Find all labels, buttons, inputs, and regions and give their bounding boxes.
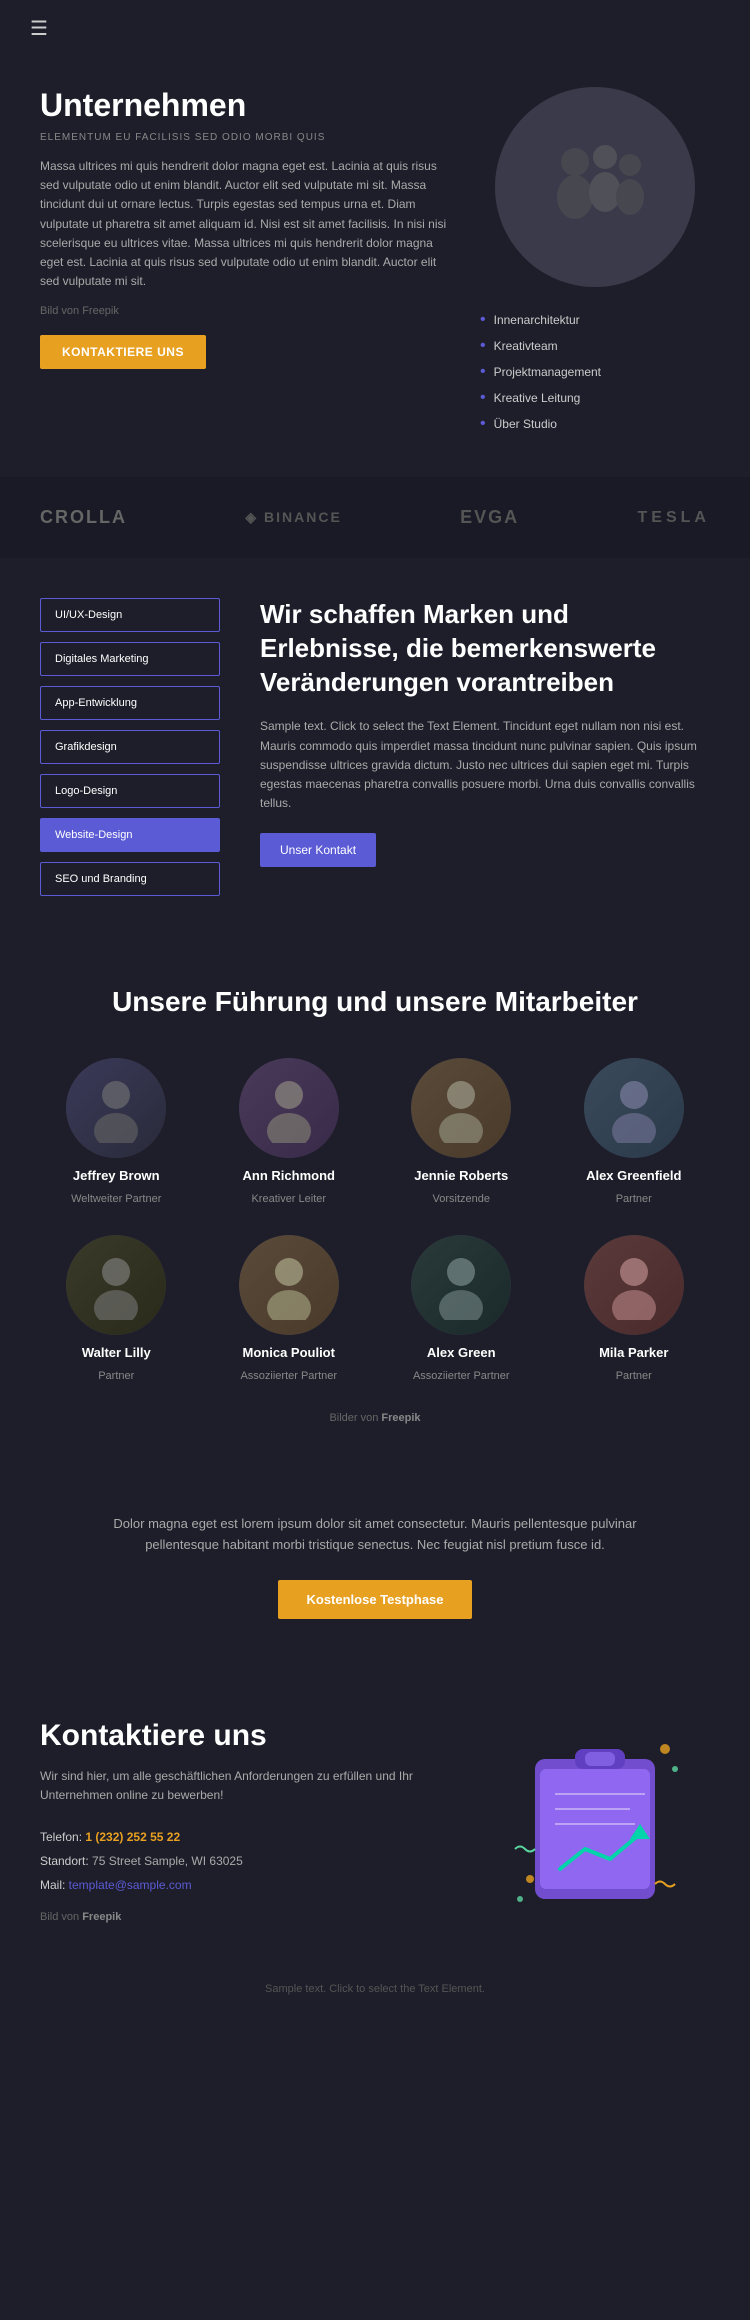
service-btn-app[interactable]: App-Entwicklung xyxy=(40,686,220,720)
services-heading: Wir schaffen Marken und Erlebnisse, die … xyxy=(260,598,710,699)
team-title: Unsere Führung und unsere Mitarbeiter xyxy=(40,986,710,1018)
cta-button[interactable]: Kostenlose Testphase xyxy=(278,1580,471,1619)
footer-sample-text: Sample text. Click to select the Text El… xyxy=(265,1983,485,1995)
avatar-jeffrey xyxy=(66,1058,166,1158)
team-member-mila: Mila Parker Partner xyxy=(558,1235,711,1382)
section-services: UI/UX-Design Digitales Marketing App-Ent… xyxy=(0,558,750,936)
section-unternehmen: Unternehmen ELEMENTUM EU FACILISIS SED O… xyxy=(0,57,750,477)
section-team: Unsere Führung und unsere Mitarbeiter Je… xyxy=(0,936,750,1454)
team-grid-row1: Jeffrey Brown Weltweiter Partner Ann Ric… xyxy=(40,1058,710,1205)
logo-evga: EVGA xyxy=(460,507,519,528)
unternehmen-image xyxy=(495,87,695,287)
section-kontakt: Kontaktiere uns Wir sind hier, um alle g… xyxy=(0,1679,750,1963)
role-monica: Assoziierter Partner xyxy=(240,1370,337,1382)
logos-bar: CROLLA ◈ BINANCE EVGA TESLA xyxy=(0,477,750,558)
nav-item-5[interactable]: Über Studio xyxy=(480,411,710,437)
role-alex-g: Partner xyxy=(616,1193,652,1205)
kontakt-info: Telefon: 1 (232) 252 55 22 Standort: 75 … xyxy=(40,1825,460,1897)
service-btn-ui-ux[interactable]: UI/UX-Design xyxy=(40,598,220,632)
team-member-walter: Walter Lilly Partner xyxy=(40,1235,193,1382)
role-mila: Partner xyxy=(616,1370,652,1382)
logo-crolla: CROLLA xyxy=(40,507,127,528)
footer: Sample text. Click to select the Text El… xyxy=(0,1963,750,2015)
clipboard-illustration xyxy=(510,1719,690,1899)
unternehmen-right: Innenarchitektur Kreativteam Projektmana… xyxy=(480,87,710,437)
kontakt-phone-line: Telefon: 1 (232) 252 55 22 xyxy=(40,1825,460,1849)
avatar-jennie xyxy=(411,1058,511,1158)
name-ann: Ann Richmond xyxy=(243,1168,335,1183)
nav-item-1[interactable]: Innenarchitektur xyxy=(480,307,710,333)
nav-item-3[interactable]: Projektmanagement xyxy=(480,359,710,385)
services-buttons: UI/UX-Design Digitales Marketing App-Ent… xyxy=(40,598,220,896)
menu-icon[interactable]: ☰ xyxy=(30,16,48,41)
role-walter: Partner xyxy=(98,1370,134,1382)
unternehmen-left: Unternehmen ELEMENTUM EU FACILISIS SED O… xyxy=(40,87,450,437)
team-grid-row2: Walter Lilly Partner Monica Pouliot Asso… xyxy=(40,1235,710,1382)
phone-value: 1 (232) 252 55 22 xyxy=(85,1830,180,1844)
top-bar: ☰ xyxy=(0,0,750,57)
team-image-credit: Bilder von Freepik xyxy=(40,1412,710,1424)
team-member-monica: Monica Pouliot Assoziierter Partner xyxy=(213,1235,366,1382)
unternehmen-body: Massa ultrices mi quis hendrerit dolor m… xyxy=(40,157,450,291)
team-member-alex-g: Alex Greenfield Partner xyxy=(558,1058,711,1205)
nav-list: Innenarchitektur Kreativteam Projektmana… xyxy=(480,307,710,437)
name-alex-g: Alex Greenfield xyxy=(586,1168,681,1183)
name-mila: Mila Parker xyxy=(599,1345,668,1360)
service-btn-website[interactable]: Website-Design xyxy=(40,818,220,852)
kontakt-location-line: Standort: 75 Street Sample, WI 63025 xyxy=(40,1849,460,1873)
phone-label: Telefon: xyxy=(40,1830,85,1844)
service-btn-seo[interactable]: SEO und Branding xyxy=(40,862,220,896)
cta-text: Dolor magna eget est lorem ipsum dolor s… xyxy=(80,1514,670,1556)
team-member-alex-green: Alex Green Assoziierter Partner xyxy=(385,1235,538,1382)
team-member-jeffrey: Jeffrey Brown Weltweiter Partner xyxy=(40,1058,193,1205)
avatar-ann xyxy=(239,1058,339,1158)
kontakt-freepik: Bild von Freepik xyxy=(40,1911,460,1923)
services-body: Sample text. Click to select the Text El… xyxy=(260,717,710,813)
role-ann: Kreativer Leiter xyxy=(251,1193,326,1205)
logo-tesla: TESLA xyxy=(638,509,710,527)
name-jeffrey: Jeffrey Brown xyxy=(73,1168,160,1183)
mail-label: Mail: xyxy=(40,1878,69,1892)
unternehmen-subtitle: ELEMENTUM EU FACILISIS SED ODIO MORBI QU… xyxy=(40,132,450,143)
unser-kontakt-button[interactable]: Unser Kontakt xyxy=(260,833,376,867)
service-btn-grafik[interactable]: Grafikdesign xyxy=(40,730,220,764)
name-monica: Monica Pouliot xyxy=(243,1345,335,1360)
kontakt-mail-line: Mail: template@sample.com xyxy=(40,1873,460,1897)
nav-item-4[interactable]: Kreative Leitung xyxy=(480,385,710,411)
logo-binance: ◈ BINANCE xyxy=(245,509,341,526)
name-jennie: Jennie Roberts xyxy=(414,1168,508,1183)
role-alex-green: Assoziierter Partner xyxy=(413,1370,510,1382)
avatar-mila xyxy=(584,1235,684,1335)
avatar-monica xyxy=(239,1235,339,1335)
kontaktiere-uns-button[interactable]: KONTAKTIERE UNS xyxy=(40,335,206,369)
avatar-walter xyxy=(66,1235,166,1335)
name-walter: Walter Lilly xyxy=(82,1345,151,1360)
role-jennie: Vorsitzende xyxy=(433,1193,490,1205)
location-value: 75 Street Sample, WI 63025 xyxy=(92,1854,243,1868)
services-content: Wir schaffen Marken und Erlebnisse, die … xyxy=(260,598,710,896)
service-btn-marketing[interactable]: Digitales Marketing xyxy=(40,642,220,676)
team-member-ann: Ann Richmond Kreativer Leiter xyxy=(213,1058,366,1205)
avatar-alex-g xyxy=(584,1058,684,1158)
unternehmen-title: Unternehmen xyxy=(40,87,450,124)
service-btn-logo[interactable]: Logo-Design xyxy=(40,774,220,808)
mail-value: template@sample.com xyxy=(69,1878,192,1892)
kontakt-right xyxy=(490,1719,710,1899)
avatar-alex-green xyxy=(411,1235,511,1335)
nav-item-2[interactable]: Kreativteam xyxy=(480,333,710,359)
role-jeffrey: Weltweiter Partner xyxy=(71,1193,161,1205)
location-label: Standort: xyxy=(40,1854,92,1868)
kontakt-left: Kontaktiere uns Wir sind hier, um alle g… xyxy=(40,1719,460,1923)
name-alex-green: Alex Green xyxy=(427,1345,496,1360)
section-cta: Dolor magna eget est lorem ipsum dolor s… xyxy=(0,1454,750,1679)
team-member-jennie: Jennie Roberts Vorsitzende xyxy=(385,1058,538,1205)
unternehmen-image-credit: Bild von Freepik xyxy=(40,305,450,317)
kontakt-title: Kontaktiere uns xyxy=(40,1719,460,1753)
kontakt-desc: Wir sind hier, um alle geschäftlichen An… xyxy=(40,1767,460,1805)
